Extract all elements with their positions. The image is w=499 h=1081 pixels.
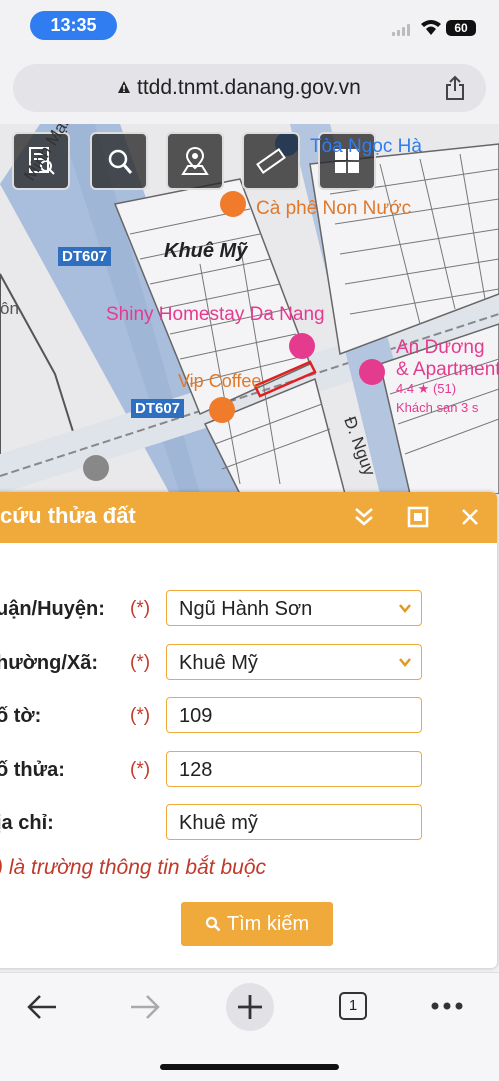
search-icon [205, 916, 221, 932]
collapse-chevron-icon[interactable] [352, 505, 376, 529]
url-text: ttdd.tnmt.danang.gov.vn [137, 76, 361, 99]
status-bar: 13:35 60 [0, 0, 499, 54]
sheet-number-value: 109 [179, 705, 213, 727]
back-arrow-icon[interactable] [26, 993, 58, 1021]
required-marker: (*) [130, 598, 151, 619]
share-icon[interactable] [443, 75, 467, 101]
required-marker: (*) [130, 705, 151, 726]
lock-icon [118, 81, 130, 93]
field-row-sheet: ố tờ: (*) 109 [0, 697, 497, 737]
new-tab-button[interactable] [226, 983, 274, 1031]
battery-icon: 60 [446, 20, 476, 36]
location-tool[interactable] [166, 132, 224, 190]
district-label: uận/Huyện: [0, 598, 105, 620]
map-label-hotel: Khách sạn 3 s [396, 400, 479, 415]
address-bar[interactable]: ttdd.tnmt.danang.gov.vn [13, 64, 486, 112]
field-row-parcel: ố thửa: (*) 128 [0, 751, 497, 791]
map-pin-icon [181, 146, 209, 175]
field-row-ward: hường/Xã: (*) Khuê Mỹ [0, 644, 497, 684]
map-label-vip-coffee: Vip Coffee [178, 371, 262, 391]
map-label-apartment: & Apartment [396, 359, 499, 380]
map-label-dt607-top: DT607 [58, 247, 112, 266]
ward-label: hường/Xã: [0, 652, 99, 674]
plus-icon [238, 995, 262, 1019]
panel-title: cứu thửa đất [0, 503, 136, 528]
required-note: ) là trường thông tin bắt buộc [0, 856, 266, 879]
chevron-down-icon [399, 658, 411, 667]
map-label-ca-phe: Cà phê Non Nước [256, 198, 412, 219]
wifi-icon [421, 20, 441, 35]
tab-switcher-button[interactable]: 1 [339, 992, 367, 1020]
map-label-toa-ngoc-ha: Tòa Ngọc Hà [310, 136, 422, 157]
map-view[interactable]: Tòa Ngọc Hà Cà phê Non Nước Minh Mạng DT… [0, 124, 499, 494]
required-marker: (*) [130, 652, 151, 673]
parcel-number-value: 128 [179, 759, 213, 781]
field-row-address: ịa chỉ: Khuê mỹ [0, 804, 497, 844]
home-indicator[interactable] [160, 1064, 339, 1070]
ward-select[interactable]: Khuê Mỹ [166, 644, 422, 680]
map-label-rating: 4.4 ★ (51) [396, 381, 457, 396]
ward-value: Khuê Mỹ [179, 652, 258, 674]
map-label-dt607-bottom: DT607 [131, 399, 185, 418]
map-label-an-duong: An Dương [396, 337, 485, 358]
ruler-icon [256, 148, 286, 174]
forward-arrow-icon[interactable] [129, 993, 161, 1021]
status-time: 13:35 [30, 11, 117, 40]
map-label-shiny: Shiny Homestay Da Nang [106, 304, 325, 325]
required-marker: (*) [130, 759, 151, 780]
address-label: ịa chỉ: [0, 812, 54, 834]
maximize-icon[interactable] [406, 505, 430, 529]
more-icon[interactable] [430, 1001, 464, 1011]
parcel-number-input[interactable]: 128 [166, 751, 422, 787]
sheet-number-label: ố tờ: [0, 705, 42, 727]
cellular-signal-icon [392, 24, 414, 36]
search-button[interactable]: Tìm kiếm [181, 902, 333, 946]
map-label-left: ôn [0, 299, 19, 318]
measure-tool[interactable] [242, 132, 300, 190]
field-row-district: uận/Huyện: (*) Ngũ Hành Sơn [0, 590, 497, 630]
address-value: Khuê mỹ [179, 812, 258, 834]
zoom-search-tool[interactable] [90, 132, 148, 190]
magnifier-icon [108, 149, 133, 174]
panel-header: cứu thửa đất [0, 492, 497, 543]
parcel-number-label: ố thửa: [0, 759, 65, 781]
parcel-search-panel: cứu thửa đất uận/Huyện: (*) Ngũ Hành Sơn… [0, 492, 497, 968]
map-label-khue-my: Khuê Mỹ [164, 240, 248, 262]
address-input[interactable]: Khuê mỹ [166, 804, 422, 840]
sheet-number-input[interactable]: 109 [166, 697, 422, 733]
chevron-down-icon [399, 604, 411, 613]
district-value: Ngũ Hành Sơn [179, 598, 313, 620]
district-select[interactable]: Ngũ Hành Sơn [166, 590, 422, 626]
close-icon[interactable] [458, 505, 482, 529]
search-button-label: Tìm kiếm [226, 913, 310, 935]
